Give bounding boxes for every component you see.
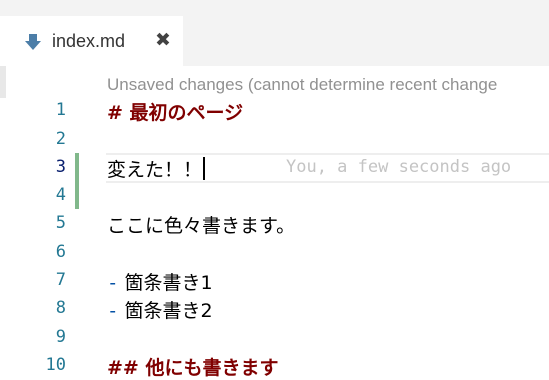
line-content: 変えた！！ (107, 155, 206, 182)
line-number: 3 (55, 157, 66, 177)
modified-gutter-indicator (75, 153, 79, 181)
list-item: - 箇条書き1 (107, 268, 213, 295)
list-mark: - (107, 300, 119, 322)
tab-bar: index.md ✖ (0, 16, 549, 68)
line-number: 8 (55, 298, 66, 318)
line-number: 10 (45, 355, 66, 375)
line-number: 7 (55, 270, 66, 290)
list-item-text: 箇条書き1 (124, 272, 213, 294)
line-number: 9 (55, 327, 66, 347)
top-strip (0, 0, 549, 17)
text-cursor (203, 157, 206, 180)
left-edge-bar (0, 66, 6, 98)
editor-line-3[interactable]: 3 変えた！！ You, a few seconds ago (0, 153, 549, 183)
line-text: 変えた！！ (107, 159, 203, 181)
line-number: 6 (55, 242, 66, 262)
editor-line-2[interactable]: 2 (0, 125, 549, 153)
editor-line-4[interactable]: 4 (0, 181, 549, 209)
heading-mark: # (107, 102, 123, 124)
line-number: 4 (55, 185, 66, 205)
line-number: 2 (55, 129, 66, 149)
markdown-arrow-icon (25, 34, 41, 50)
editor-line-7[interactable]: 7 - 箇条書き1 (0, 266, 549, 294)
list-item-text: 箇条書き2 (124, 300, 213, 322)
editor-line-6[interactable]: 6 (0, 238, 549, 266)
editor-line-10[interactable]: 10 ## 他にも書きます (0, 351, 549, 379)
tab-index-md[interactable]: index.md ✖ (0, 16, 183, 68)
line-text: ここに色々書きます。 (107, 215, 296, 237)
line-number: 1 (55, 100, 66, 120)
line-number: 5 (55, 213, 66, 233)
editor-line-8[interactable]: 8 - 箇条書き2 (0, 294, 549, 322)
close-icon[interactable]: ✖ (153, 29, 173, 53)
line-content: # 最初のページ (107, 98, 243, 125)
editor[interactable]: 1 # 最初のページ 2 3 変えた！！ You, a few seconds … (0, 96, 549, 379)
editor-line-1[interactable]: 1 # 最初のページ (0, 96, 549, 124)
tab-label: index.md (52, 31, 126, 51)
list-mark: - (107, 272, 119, 294)
modified-gutter-indicator (75, 181, 79, 209)
editor-line-9[interactable]: 9 (0, 323, 549, 351)
inline-blame: You, a few seconds ago (286, 157, 512, 177)
codelens-unsaved-changes[interactable]: Unsaved changes (cannot determine recent… (107, 75, 497, 95)
editor-line-5[interactable]: 5 ここに色々書きます。 (0, 209, 549, 237)
heading-text: 最初のページ (129, 102, 244, 124)
list-item: - 箇条書き2 (107, 296, 213, 323)
